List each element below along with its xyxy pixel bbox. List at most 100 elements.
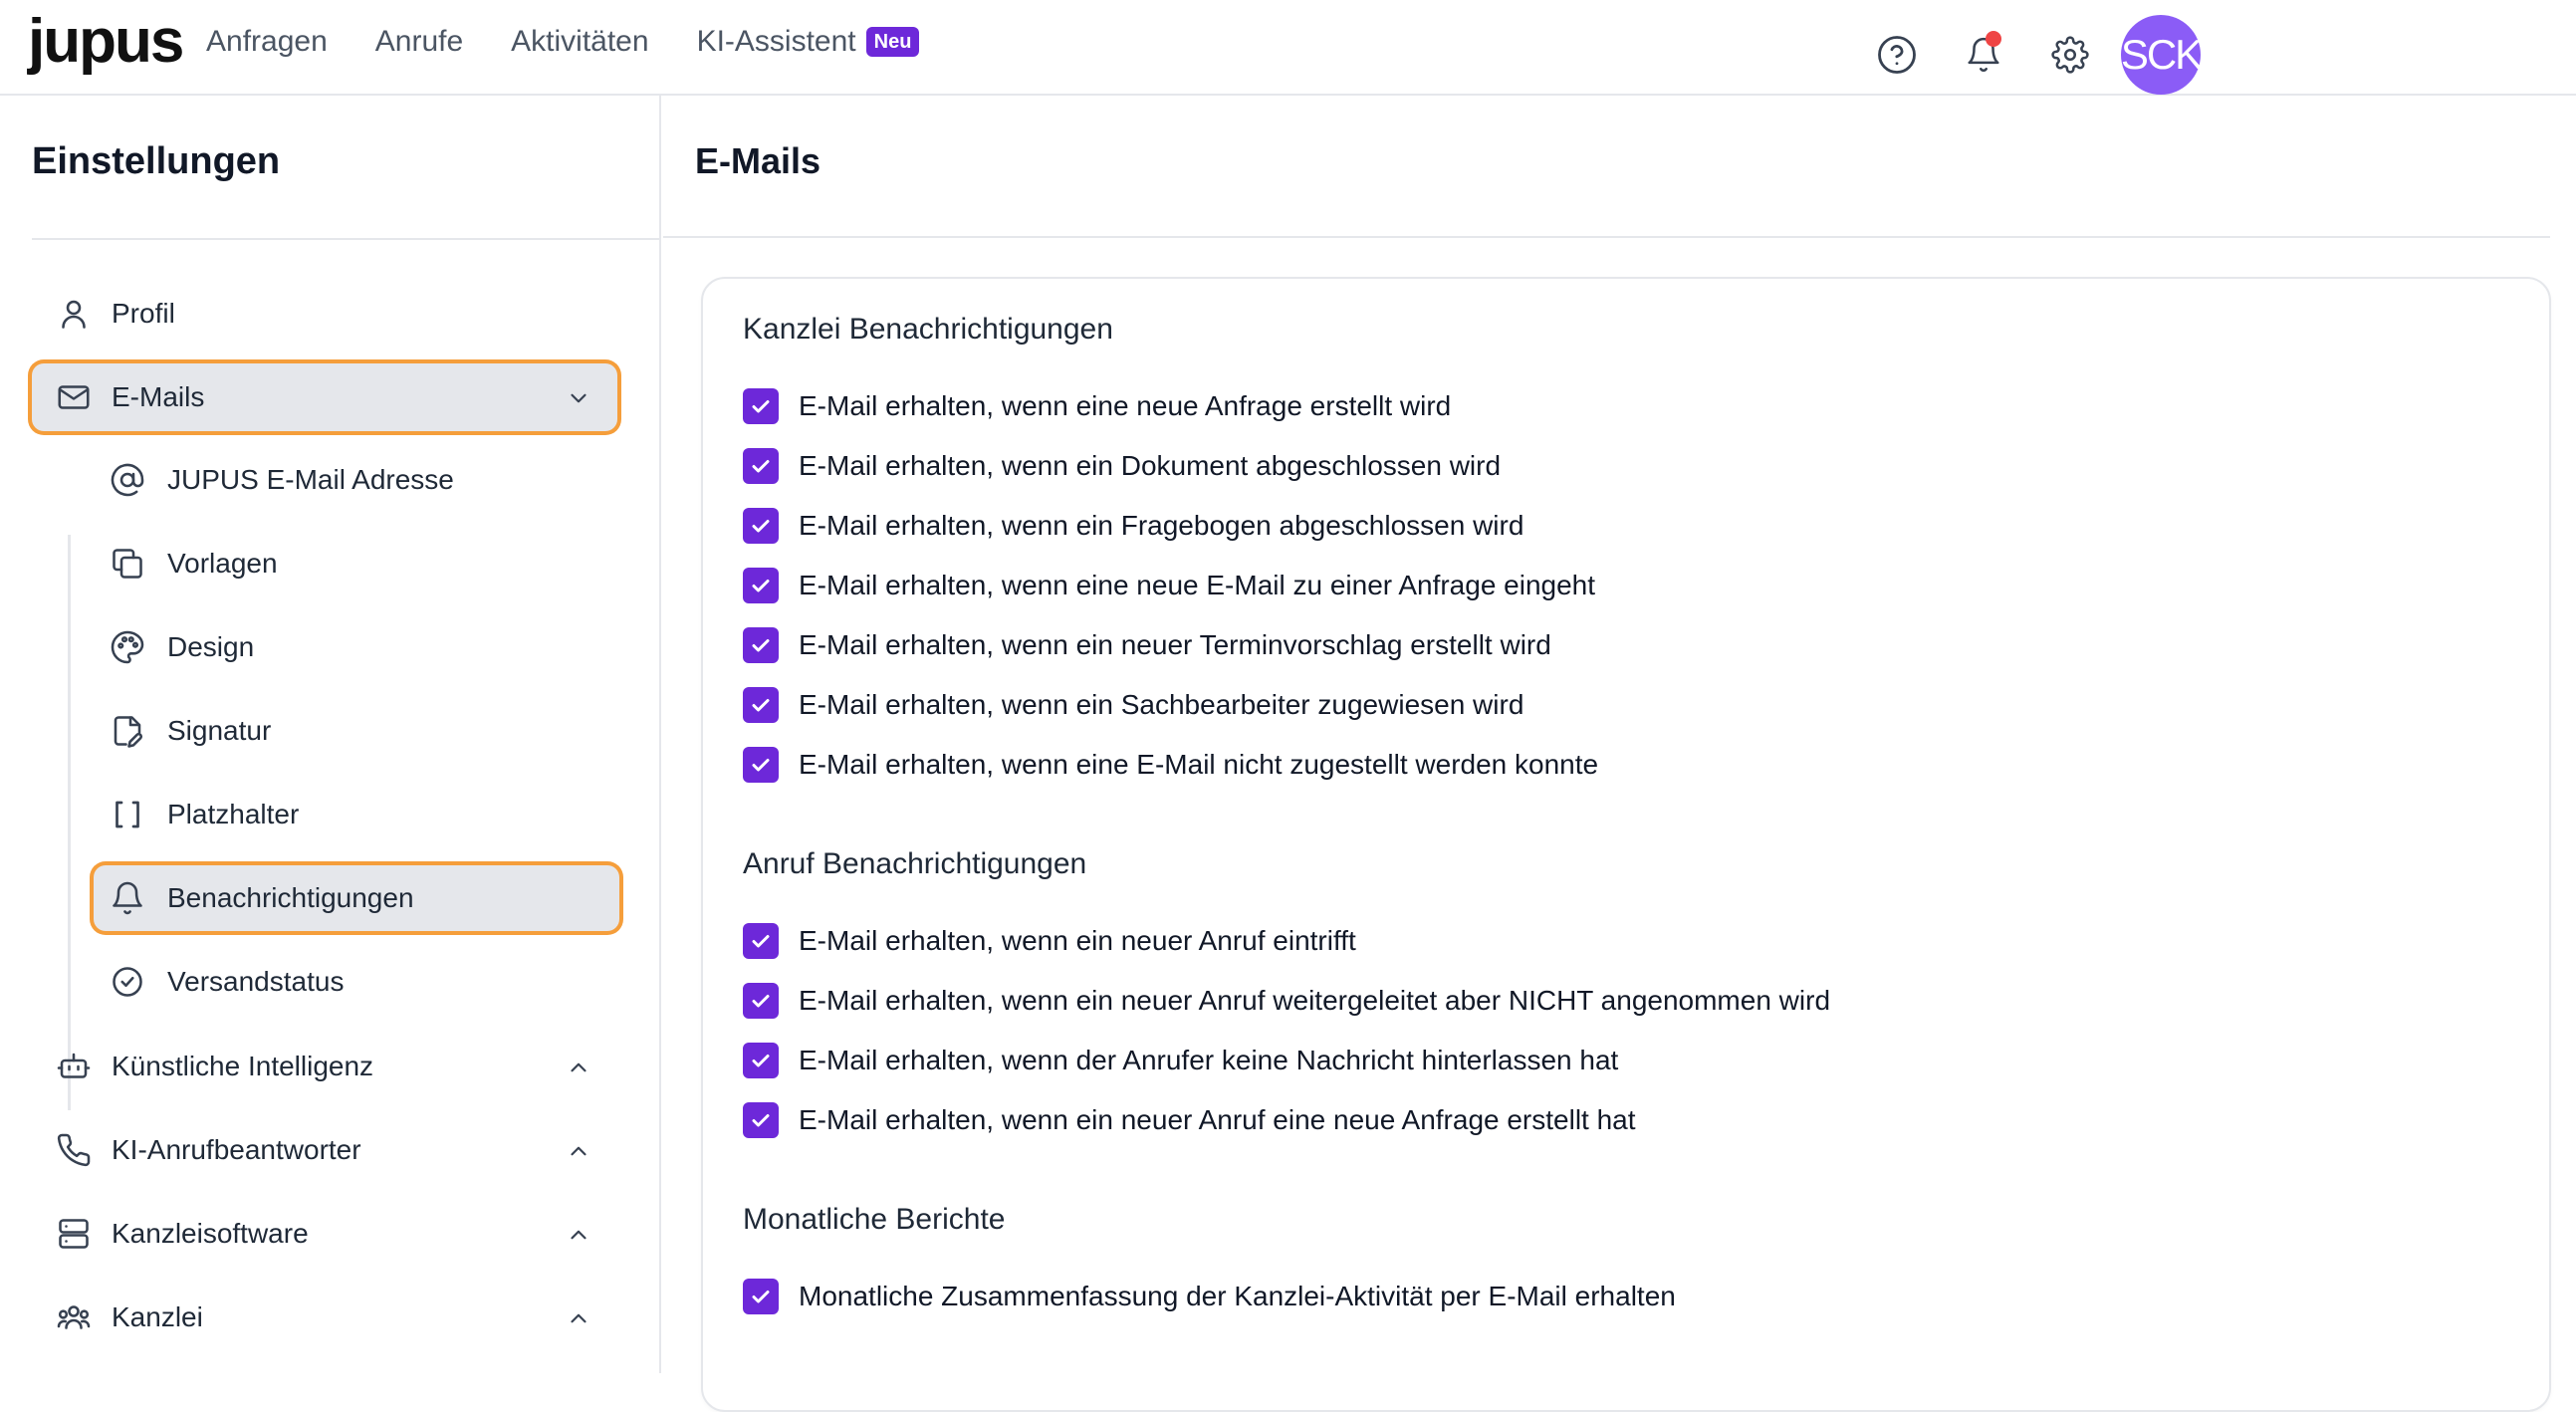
option-row[interactable]: E-Mail erhalten, wenn eine E-Mail nicht … — [743, 747, 1598, 783]
option-row[interactable]: E-Mail erhalten, wenn ein neuer Anruf ei… — [743, 923, 1356, 959]
sidebar-subitem-platzhalter[interactable]: Platzhalter — [94, 782, 619, 847]
sidebar-item-label: Profil — [112, 298, 175, 329]
check-icon — [752, 639, 770, 652]
check-icon — [752, 520, 770, 533]
option-row[interactable]: Monatliche Zusammenfassung der Kanzlei-A… — [743, 1279, 1676, 1314]
sidebar-subitem-label: Signatur — [167, 715, 272, 746]
sidebar-subitem-label: Design — [167, 631, 255, 662]
chevron-up-icon — [571, 1062, 586, 1072]
sidebar-item-kanzleisoftware[interactable]: Kanzleisoftware — [32, 1200, 617, 1268]
check-icon — [752, 1114, 770, 1127]
checkbox[interactable] — [743, 923, 779, 959]
check-icon — [752, 935, 770, 948]
sidebar-item-label: Kanzleisoftware — [112, 1218, 309, 1249]
notifications-button[interactable] — [1954, 25, 2013, 85]
option-row[interactable]: E-Mail erhalten, wenn eine neue E-Mail z… — [743, 568, 1595, 603]
phone-icon — [57, 1133, 91, 1167]
notification-settings-card: Kanzlei Benachrichtigungen E-Mail erhalt… — [701, 277, 2551, 1412]
option-row[interactable]: E-Mail erhalten, wenn eine neue Anfrage … — [743, 388, 1451, 424]
help-circle-icon — [1878, 36, 1916, 74]
copy-icon — [113, 549, 142, 579]
checkbox[interactable] — [743, 983, 779, 1019]
palette-icon — [111, 630, 144, 664]
checkbox[interactable] — [743, 448, 779, 484]
check-icon — [752, 460, 770, 473]
sidebar-item-emails[interactable]: E-Mails — [32, 363, 617, 431]
sidebar-subitem-label: Vorlagen — [167, 548, 278, 579]
chevron-down-icon — [571, 393, 586, 403]
option-label: E-Mail erhalten, wenn eine neue E-Mail z… — [799, 570, 1596, 600]
jupus-logo[interactable]: jupus — [28, 2, 184, 82]
section-title-monatliche-berichte: Monatliche Berichte — [743, 1203, 1006, 1236]
mail-icon — [58, 385, 90, 409]
user-avatar[interactable]: SCK — [2121, 15, 2203, 95]
sidebar-subitem-label: JUPUS E-Mail Adresse — [167, 464, 454, 495]
option-label: E-Mail erhalten, wenn ein neuer Anruf ei… — [799, 925, 1356, 956]
check-icon — [752, 1055, 770, 1067]
sidebar-subitem-versandstatus[interactable]: Versandstatus — [94, 949, 619, 1015]
check-icon — [752, 995, 770, 1008]
option-row[interactable]: E-Mail erhalten, wenn ein neuer Anruf ei… — [743, 1102, 1636, 1138]
option-label: E-Mail erhalten, wenn ein neuer Anruf we… — [799, 985, 1831, 1016]
settings-button[interactable] — [2040, 25, 2100, 85]
option-row[interactable]: E-Mail erhalten, wenn ein neuer Terminvo… — [743, 627, 1551, 663]
settings-sidebar: Einstellungen Profil E-Mails JUPUS E-Mai… — [0, 96, 661, 1373]
check-circle-icon — [113, 967, 142, 997]
chevron-up-icon — [571, 1230, 586, 1240]
nav-anrufe[interactable]: Anrufe — [375, 22, 463, 62]
nav-anfragen[interactable]: Anfragen — [206, 22, 328, 62]
nav-ki-assistent[interactable]: KI-Assistent Neu — [697, 22, 920, 62]
check-icon — [752, 400, 770, 413]
section-title-kanzlei: Kanzlei Benachrichtigungen — [743, 313, 1113, 346]
option-label: E-Mail erhalten, wenn ein neuer Terminvo… — [799, 629, 1551, 660]
option-label: E-Mail erhalten, wenn eine neue Anfrage … — [799, 390, 1452, 421]
sidebar-subitem-signatur[interactable]: Signatur — [94, 698, 619, 764]
checkbox[interactable] — [743, 568, 779, 603]
option-row[interactable]: E-Mail erhalten, wenn ein Dokument abges… — [743, 448, 1501, 484]
brackets-icon — [116, 801, 139, 828]
checkbox[interactable] — [743, 627, 779, 663]
sidebar-subitem-jupus-email-adresse[interactable]: JUPUS E-Mail Adresse — [94, 447, 619, 513]
checkbox[interactable] — [743, 508, 779, 544]
checkbox[interactable] — [743, 1102, 779, 1138]
option-row[interactable]: E-Mail erhalten, wenn der Anrufer keine … — [743, 1043, 1618, 1078]
sidebar-item-kuenstliche-intelligenz[interactable]: Künstliche Intelligenz — [32, 1033, 617, 1100]
option-label: E-Mail erhalten, wenn ein Sachbearbeiter… — [799, 689, 1524, 720]
check-icon — [752, 1291, 770, 1303]
help-button[interactable] — [1867, 25, 1927, 85]
sidebar-subitem-design[interactable]: Design — [94, 614, 619, 680]
users-icon — [57, 1305, 91, 1329]
option-row[interactable]: E-Mail erhalten, wenn ein neuer Anruf we… — [743, 983, 1830, 1019]
checkbox[interactable] — [743, 687, 779, 723]
checkbox[interactable] — [743, 747, 779, 783]
sidebar-item-label: KI-Anrufbeantworter — [112, 1134, 361, 1165]
page-title: E-Mails — [695, 140, 821, 181]
option-label: E-Mail erhalten, wenn ein Fragebogen abg… — [799, 510, 1524, 541]
user-icon — [62, 300, 86, 329]
sidebar-subitem-vorlagen[interactable]: Vorlagen — [94, 531, 619, 596]
at-icon — [111, 463, 144, 497]
bot-icon — [57, 1053, 91, 1078]
option-row[interactable]: E-Mail erhalten, wenn ein Fragebogen abg… — [743, 508, 1523, 544]
check-icon — [752, 699, 770, 712]
sidebar-item-kanzlei[interactable]: Kanzlei — [32, 1284, 617, 1351]
sidebar-item-ki-anrufbeantworter[interactable]: KI-Anrufbeantworter — [32, 1116, 617, 1184]
option-label: E-Mail erhalten, wenn ein neuer Anruf ei… — [799, 1104, 1636, 1135]
option-row[interactable]: E-Mail erhalten, wenn ein Sachbearbeiter… — [743, 687, 1523, 723]
checkbox[interactable] — [743, 1279, 779, 1314]
option-label: Monatliche Zusammenfassung der Kanzlei-A… — [799, 1281, 1676, 1311]
chevron-up-icon — [571, 1146, 586, 1156]
checkbox[interactable] — [743, 1043, 779, 1078]
notification-dot — [1986, 31, 2001, 47]
sidebar-subitem-label: Versandstatus — [167, 966, 345, 997]
main-content: E-Mails Kanzlei Benachrichtigungen E-Mai… — [663, 96, 2576, 1412]
section-title-anruf: Anruf Benachrichtigungen — [743, 847, 1087, 880]
check-icon — [752, 759, 770, 772]
option-label: E-Mail erhalten, wenn der Anrufer keine … — [799, 1045, 1619, 1075]
sidebar-item-profil[interactable]: Profil — [32, 280, 617, 348]
submenu-guide-line — [68, 535, 71, 1110]
file-signature-icon — [114, 716, 142, 748]
checkbox[interactable] — [743, 388, 779, 424]
sidebar-subitem-benachrichtigungen[interactable]: Benachrichtigungen — [94, 865, 619, 931]
nav-aktivitaeten[interactable]: Aktivitäten — [511, 22, 648, 62]
